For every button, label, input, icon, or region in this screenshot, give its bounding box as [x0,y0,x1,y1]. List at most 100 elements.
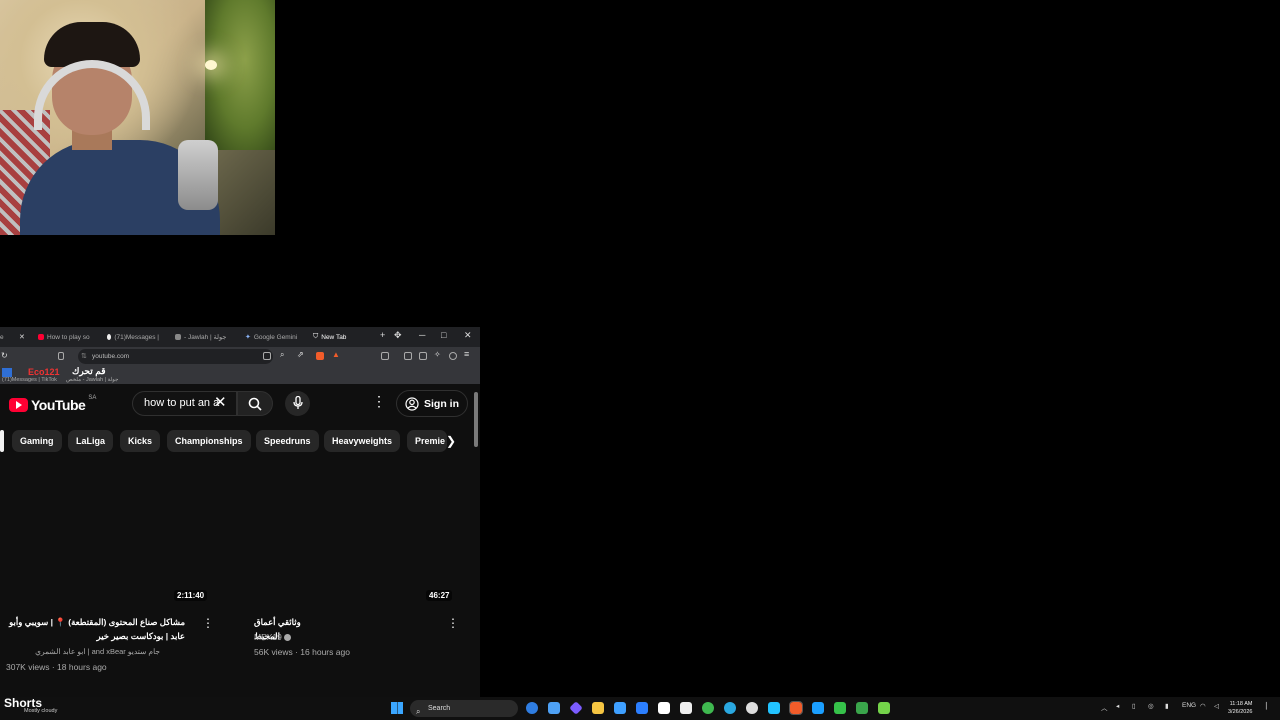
chip-speedruns[interactable]: Speedruns [256,430,319,452]
minecraft-icon[interactable] [834,702,846,714]
wifi-icon[interactable]: ◠ [1200,702,1206,710]
new-tab-plus-icon[interactable]: + [380,330,385,340]
copilot-icon[interactable] [569,701,583,715]
taskbar-search[interactable]: ⌕ Search [410,700,518,717]
tab-close-icon[interactable]: ✕ [19,333,25,341]
battery-icon[interactable]: ▯ [1132,702,1136,710]
weather-widget[interactable]: Mostly cloudy [24,708,57,714]
store-icon[interactable] [658,702,670,714]
clear-search-icon[interactable]: ✕ [214,395,227,410]
overlay-text: قم تحرك [72,366,106,376]
search-icon [248,397,262,411]
shield-favicon-icon: ⛉ [313,333,319,340]
sidebar-icon[interactable] [404,352,412,360]
category-chips: Gaming LaLiga Kicks Championships Speedr… [0,430,470,452]
video-duration: 46:27 [426,590,453,601]
speaker-icon[interactable]: ◁ [1214,702,1219,710]
steam-icon[interactable] [812,702,824,714]
voice-search-button[interactable] [285,391,310,416]
chip-premier[interactable]: Premie [407,430,447,452]
leo-ai-icon[interactable]: ✧ [434,350,441,359]
photos-icon[interactable] [614,702,626,714]
tiktok-favicon-icon [107,334,112,340]
bookmark-tiktok[interactable]: (71)Messages | TikTok [2,377,57,383]
language-indicator[interactable]: ENG [1182,702,1196,709]
video-channel[interactable]: MEX19 [254,632,282,642]
obs-icon[interactable] [746,702,758,714]
chip-championships[interactable]: Championships [167,430,251,452]
telegram-icon[interactable] [724,702,736,714]
video-title[interactable]: مشاكل صناع المحتوى (المقتطعة) 📍 | سويبي … [5,615,185,643]
tab-jawlah[interactable]: - Jawlah | جولة [175,331,235,343]
notes-icon[interactable] [636,702,648,714]
search-button[interactable] [237,391,273,416]
chip-gaming[interactable]: Gaming [12,430,62,452]
spreadsheet-icon[interactable] [856,702,868,714]
chip-heavyweights[interactable]: Heavyweights [324,430,401,452]
scrollbar[interactable] [474,392,478,447]
tab-tiktok-messages[interactable]: (71)Messages | [107,331,159,343]
maximize-button[interactable]: □ [441,330,446,340]
tab-google-gemini[interactable]: ✦ Google Gemini [245,331,300,343]
video-channel[interactable]: جام ستديو and xBear | ابو عابد الشمري [8,647,160,656]
mail-icon[interactable] [548,702,560,714]
share-icon[interactable]: ⇗ [297,350,304,359]
system-clock[interactable]: 11:18 AM 3/26/2026 [1228,700,1252,716]
tab-label: e [0,333,4,341]
xbox-icon[interactable] [702,702,714,714]
windows-start-icon[interactable] [391,702,403,714]
media-player-icon[interactable] [878,702,890,714]
edge-icon[interactable] [526,702,538,714]
vpn-icon[interactable] [449,352,457,360]
screen-cast-icon[interactable] [263,352,271,360]
chip-kicks[interactable]: Kicks [120,430,161,452]
chip-laliga[interactable]: LaLiga [68,430,114,452]
tab-new-tab[interactable]: ⛉ New Tab [313,331,358,343]
site-info-icon[interactable]: ⇅ [81,349,87,364]
notifications-icon[interactable]: ▏ [1266,702,1271,710]
tray-chevron-icon[interactable]: ︿ [1101,702,1108,712]
reload-icon[interactable]: ↻ [1,351,8,360]
youtube-logo[interactable]: YouTube SA [9,395,96,413]
wallet-icon[interactable] [419,352,427,360]
webcam-microphone [178,140,218,210]
tab-youtube-active[interactable]: e [0,331,10,343]
tab-how-to-play[interactable]: How to play so [38,331,96,343]
brave-shields-icon[interactable] [316,352,324,360]
clock-time: 11:18 AM [1229,701,1253,707]
capcut-icon[interactable] [680,702,692,714]
file-explorer-icon[interactable] [592,702,604,714]
brave-rewards-icon[interactable]: ▲ [332,350,340,359]
video-more-icon[interactable]: ⋮ [447,616,459,630]
app-icon[interactable] [768,702,780,714]
sign-in-button[interactable]: Sign in [396,390,468,417]
settings-more-icon[interactable]: ⋮ [372,393,386,410]
volume-mixer-icon[interactable]: ◂ [1116,702,1119,710]
search-icon: ⌕ [416,707,421,716]
windows-taskbar: Shorts Mostly cloudy ⌕ Search ︿ ◂ ▯ ◎ ▮ … [0,696,1280,720]
microphone-icon[interactable]: ▮ [1165,702,1169,710]
minimize-button[interactable]: ─ [419,330,425,340]
webcam-plant [205,0,275,150]
microphone-icon [293,396,303,409]
network-icon[interactable]: ◎ [1148,702,1154,710]
tab-label: New Tab [321,333,347,341]
gemini-favicon-icon: ✦ [245,334,251,341]
youtube-favicon-icon [38,334,44,340]
brave-icon[interactable] [789,701,803,715]
video-more-icon[interactable]: ⋮ [202,616,214,630]
sign-in-label: Sign in [424,397,459,410]
menu-icon[interactable]: ≡ [464,349,469,359]
address-bar-row: ↻ ⇅ youtube.com ⌕ ⇗ ▲ ✧ ≡ [0,347,480,367]
bookmarks-bar: Eco121 قم تحرك (71)Messages | TikTok ملخ… [0,366,480,384]
chevron-right-icon[interactable]: ❯ [446,434,456,448]
bookmark-icon[interactable] [58,352,64,360]
extensions-icon[interactable] [381,352,389,360]
bookmark-jawlah[interactable]: ملخص - Jawlah | جولة [66,377,118,383]
zoom-icon[interactable]: ⌕ [280,350,284,360]
close-window-button[interactable]: ✕ [464,330,472,341]
chip-all-partial[interactable] [0,430,4,452]
browser-window: e ✕ How to play so (71)Messages | - Jawl… [0,327,480,717]
youtube-wordmark: YouTube [31,397,86,413]
url-field[interactable]: ⇅ youtube.com [78,349,273,364]
